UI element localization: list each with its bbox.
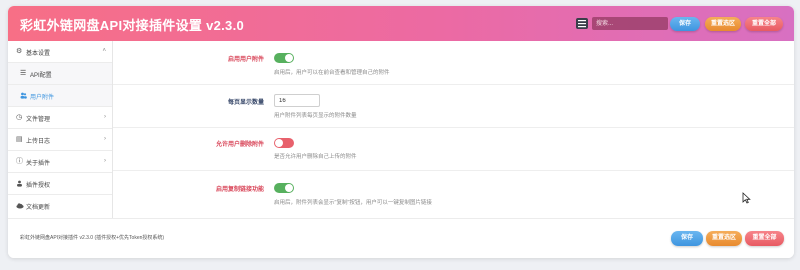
setting-label: 每页显示数量 [227,100,264,106]
sidebar-item-label: 插件授权 [26,183,51,189]
per-page-input[interactable] [274,94,320,107]
sidebar-item-label: 文档更新 [26,205,51,211]
sidebar-item-user-attachments[interactable]: 用户附件 [8,85,112,107]
sidebar-item-license[interactable]: 插件授权 [8,173,112,195]
sidebar-item-label: API配置 [30,73,52,79]
mouse-cursor-icon [742,192,751,204]
reset-all-button[interactable]: 重置全部 [745,17,783,31]
sidebar-item-api-config[interactable]: ☰ API配置 [8,63,112,85]
enable-attachments-toggle[interactable] [274,53,294,63]
setting-description: 启用后，用户可以在前台查看和管理自己的附件 [274,70,390,76]
setting-row-allow-delete: 允许用户删除附件 是否允许用户删除自己上传的附件 [113,127,794,171]
sidebar-item-upload-log[interactable]: ▤ 上传日志 › [8,129,112,151]
footer-version-text: 彩虹外链网盘API对接插件 v2.3.0 (插件授权+优先Token授权系统) [20,235,165,241]
sidebar: ⚙ 基本设置 ˄ ☰ API配置 用户附件 ◷ 文件管理 › ▤ 上传日志 › … [8,41,113,218]
footer-reset-all-button[interactable]: 重置全部 [745,231,784,246]
sidebar-item-about[interactable]: ⓘ 关于插件 › [8,151,112,173]
toggle-knob [285,184,293,192]
setting-label: 允许用户删除附件 [215,142,264,148]
sidebar-item-label: 上传日志 [26,139,51,145]
sidebar-item-label: 基本设置 [26,51,51,57]
save-button[interactable]: 保存 [670,17,700,31]
setting-description: 启用后，附件列表会显示"复制"按钮，用户可以一键复制图片链接 [274,200,432,206]
sidebar-item-file-management[interactable]: ◷ 文件管理 › [8,107,112,129]
list-icon[interactable] [576,18,588,29]
setting-description: 用户附件列表每页显示的附件数量 [274,113,357,119]
gear-icon: ⚙ [16,48,23,55]
user-group-icon [16,180,23,187]
users-icon [20,92,27,99]
settings-panel: 彩虹外链网盘API对接插件设置 v2.3.0 保存 重置选区 重置全部 ⚙ 基本… [8,6,794,258]
clock-icon: ◷ [16,114,23,121]
setting-label: 启用用户附件 [227,57,264,63]
header-bar: 彩虹外链网盘API对接插件设置 v2.3.0 保存 重置选区 重置全部 [8,6,794,41]
allow-delete-toggle[interactable] [274,138,294,148]
setting-row-enable-attachments: 启用用户附件 启用后，用户可以在前台查看和管理自己的附件 [113,41,794,85]
sidebar-item-label: 文件管理 [26,117,51,123]
chevron-right-icon: › [104,114,106,120]
list-icon: ☰ [20,70,27,77]
chevron-right-icon: › [104,136,106,142]
sidebar-item-doc-updates[interactable]: 文档更新 [8,195,112,217]
cloud-icon [16,202,24,209]
page-title: 彩虹外链网盘API对接插件设置 v2.3.0 [20,18,245,33]
enable-copy-link-toggle[interactable] [274,183,294,193]
footer-save-button[interactable]: 保存 [671,231,703,246]
setting-description: 是否允许用户删除自己上传的附件 [274,154,357,160]
toggle-knob [275,139,283,147]
search-input[interactable] [592,17,668,30]
settings-content: 启用用户附件 启用后，用户可以在前台查看和管理自己的附件 每页显示数量 用户附件… [113,41,794,218]
toggle-knob [285,54,293,62]
setting-row-per-page: 每页显示数量 用户附件列表每页显示的附件数量 [113,84,794,128]
document-icon: ▤ [16,136,23,143]
setting-label: 启用复制链接功能 [215,187,264,193]
footer-reset-section-button[interactable]: 重置选区 [706,231,742,246]
chevron-right-icon: › [104,158,106,164]
reset-section-button[interactable]: 重置选区 [705,17,741,31]
info-icon: ⓘ [16,158,23,165]
sidebar-item-label: 关于插件 [26,161,51,167]
sidebar-item-label: 用户附件 [30,95,55,101]
footer-bar: 彩虹外链网盘API对接插件 v2.3.0 (插件授权+优先Token授权系统) … [8,218,794,258]
chevron-down-icon: ˄ [102,48,106,54]
setting-row-enable-copy-link: 启用复制链接功能 启用后，附件列表会显示"复制"按钮，用户可以一键复制图片链接 [113,170,794,218]
sidebar-item-basic-settings[interactable]: ⚙ 基本设置 ˄ [8,41,112,63]
